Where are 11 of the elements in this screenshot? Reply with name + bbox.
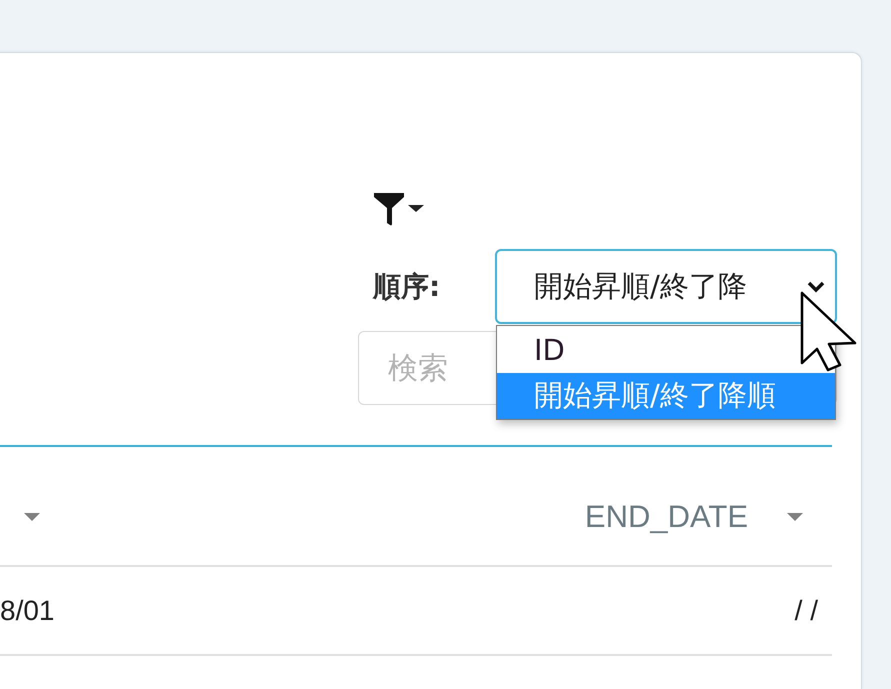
funnel-icon — [373, 191, 405, 226]
sort-caret-icon[interactable] — [787, 513, 803, 521]
caret-icon — [408, 205, 424, 212]
sort-label: 順序: — [372, 268, 440, 304]
table-cell: / / — [794, 594, 818, 626]
sort-select[interactable]: 開始昇順/終了降 — [495, 249, 837, 324]
sort-caret-icon[interactable] — [24, 513, 40, 521]
column-header[interactable]: END_DATE — [584, 499, 748, 535]
table-cell: 8/01 — [0, 594, 54, 626]
filter-button[interactable] — [373, 191, 424, 226]
chevron-down-icon — [807, 280, 825, 292]
